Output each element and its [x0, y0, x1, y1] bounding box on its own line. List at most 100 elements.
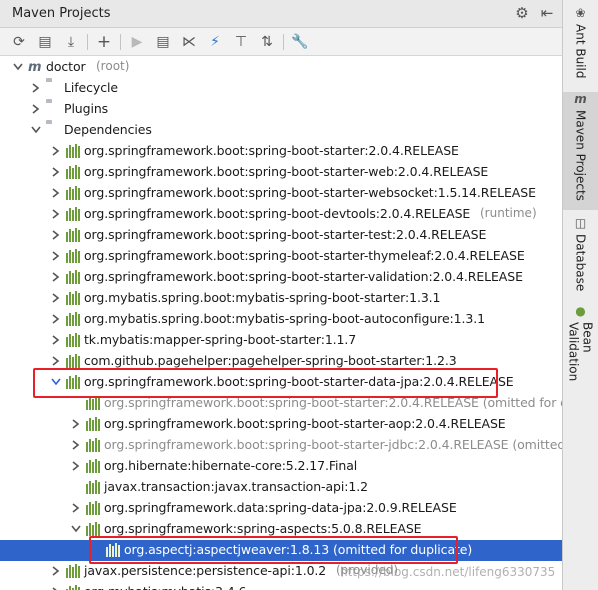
panel-titlebar: Maven Projects ⚙ ⇤	[0, 0, 562, 28]
tree-row-plugins[interactable]: Plugins	[0, 99, 562, 120]
library-icon	[66, 228, 80, 242]
tab-database-label: Database	[573, 234, 588, 292]
watermark: https://blog.csdn.net/lifeng6330735	[340, 565, 556, 579]
library-icon	[86, 480, 100, 494]
tree-row-label: org.springframework.boot:spring-boot-sta…	[84, 374, 514, 389]
tree-row-label: org.springframework.boot:spring-boot-sta…	[104, 437, 563, 452]
tree-row-label: Dependencies	[64, 122, 152, 137]
chevron-down-icon[interactable]	[30, 123, 42, 137]
gear-icon[interactable]: ⚙	[513, 4, 531, 22]
tree-row-scope: (root)	[96, 59, 130, 73]
add-icon[interactable]: +	[94, 32, 114, 52]
maven-module-icon: m	[28, 60, 42, 75]
tree-row-transitive-dependency[interactable]: org.springframework.boot:spring-boot-sta…	[0, 435, 563, 456]
library-icon	[86, 501, 100, 515]
library-icon	[66, 564, 80, 578]
toggle-offline-icon[interactable]: ⋉	[179, 32, 199, 52]
tree-row-label: Plugins	[64, 101, 109, 116]
chevron-right-icon[interactable]	[70, 501, 82, 515]
tree-row-dependency[interactable]: com.github.pagehelper:pagehelper-spring-…	[0, 351, 562, 372]
execute-goal-icon[interactable]: ▤	[153, 32, 173, 52]
chevron-right-icon[interactable]	[50, 249, 62, 263]
chevron-right-icon[interactable]	[50, 270, 62, 284]
library-icon	[66, 333, 80, 347]
tree-row-dependency[interactable]: org.springframework.boot:spring-boot-dev…	[0, 204, 562, 225]
generate-sources-icon[interactable]: ▤	[35, 32, 55, 52]
chevron-right-icon[interactable]	[50, 564, 62, 578]
hide-panel-icon[interactable]: ⇤	[538, 4, 556, 22]
tree-row-dependency[interactable]: org.springframework.boot:spring-boot-sta…	[0, 246, 562, 267]
tree-row-transitive-dependency[interactable]: org.springframework.boot:spring-boot-sta…	[0, 393, 562, 414]
tree-row-dependency[interactable]: org.springframework.boot:spring-boot-sta…	[0, 225, 562, 246]
tab-maven-projects[interactable]: m Maven Projects	[563, 92, 598, 210]
library-icon	[66, 354, 80, 368]
chevron-right-icon[interactable]	[50, 291, 62, 305]
database-icon: ◫	[574, 216, 587, 230]
tree-row-dependency[interactable]: org.mybatis:mybatis:3.4.6	[0, 582, 562, 590]
chevron-right-icon[interactable]	[50, 585, 62, 590]
tree-row-label: org.springframework.data:spring-data-jpa…	[104, 500, 457, 515]
chevron-right-icon[interactable]	[30, 102, 42, 116]
tree-row-label: org.springframework.boot:spring-boot-sta…	[104, 395, 562, 410]
tree-row-label: javax.persistence:persistence-api:1.0.2	[84, 563, 327, 578]
tree-row-dependencies[interactable]: Dependencies	[0, 120, 562, 141]
show-dependencies-icon[interactable]: ⊤	[231, 32, 251, 52]
chevron-right-icon[interactable]	[50, 228, 62, 242]
tree-row-transitive-dependency[interactable]: org.hibernate:hibernate-core:5.2.17.Fina…	[0, 456, 562, 477]
chevron-right-icon[interactable]	[50, 144, 62, 158]
tree-row-dependency[interactable]: org.springframework.boot:spring-boot-sta…	[0, 162, 562, 183]
tree-row-transitive-dependency[interactable]: org.springframework:spring-aspects:5.0.8…	[0, 519, 562, 540]
tree-row-dependency[interactable]: org.springframework.boot:spring-boot-sta…	[0, 267, 562, 288]
library-icon	[86, 417, 100, 431]
tab-ant-build-label: Ant Build	[573, 24, 588, 79]
tree-row-aspectjweaver[interactable]: org.aspectj:aspectjweaver:1.8.13 (omitte…	[0, 540, 562, 561]
chevron-right-icon[interactable]	[50, 207, 62, 221]
tree-row-label: org.springframework.boot:spring-boot-sta…	[104, 416, 506, 431]
tree-row-label: org.springframework.boot:spring-boot-dev…	[84, 206, 471, 221]
tree-row-label: org.hibernate:hibernate-core:5.2.17.Fina…	[104, 458, 358, 473]
chevron-down-icon[interactable]	[70, 522, 82, 536]
library-icon	[66, 249, 80, 263]
tab-bean-validation[interactable]: ● Bean Validation	[563, 304, 598, 414]
maven-project-tree: m doctor (root) Lifecycle Plugins Dependencie…	[0, 56, 563, 590]
chevron-right-icon[interactable]	[50, 186, 62, 200]
tab-ant-build[interactable]: ❀ Ant Build	[563, 6, 598, 86]
tree-row-label: org.springframework.boot:spring-boot-sta…	[84, 248, 525, 263]
tree-row-dependency[interactable]: org.springframework.boot:spring-boot-sta…	[0, 141, 562, 162]
collapse-all-icon[interactable]: ⇅	[257, 32, 277, 52]
tree-row-transitive-dependency[interactable]: javax.transaction:javax.transaction-api:…	[0, 477, 562, 498]
tree-row-root[interactable]: m doctor (root)	[0, 57, 562, 78]
chevron-right-icon[interactable]	[70, 459, 82, 473]
chevron-down-icon[interactable]	[50, 375, 62, 389]
tree-row-dependency[interactable]: org.springframework.boot:spring-boot-sta…	[0, 372, 562, 393]
chevron-right-icon[interactable]	[30, 81, 42, 95]
chevron-right-icon[interactable]	[70, 438, 82, 452]
tree-row-transitive-dependency[interactable]: org.springframework.data:spring-data-jpa…	[0, 498, 562, 519]
tree-row-transitive-dependency[interactable]: org.springframework.boot:spring-boot-sta…	[0, 414, 562, 435]
tree-row-label: org.mybatis:mybatis:3.4.6	[84, 584, 246, 590]
library-icon	[86, 459, 100, 473]
tree-row-dependency[interactable]: org.mybatis.spring.boot:mybatis-spring-b…	[0, 309, 562, 330]
skip-tests-icon[interactable]: ⚡	[205, 32, 225, 52]
tab-database[interactable]: ◫ Database	[563, 216, 598, 296]
tree-row-label: org.springframework.boot:spring-boot-sta…	[84, 164, 489, 179]
library-icon	[66, 144, 80, 158]
tree-row-dependency[interactable]: tk.mybatis:mapper-spring-boot-starter:1.…	[0, 330, 562, 351]
chevron-right-icon[interactable]	[50, 312, 62, 326]
tree-row-label: org.springframework.boot:spring-boot-sta…	[84, 227, 487, 242]
run-icon[interactable]: ▶	[127, 32, 147, 52]
download-icon[interactable]: ⤓	[61, 32, 81, 52]
chevron-down-icon[interactable]	[12, 60, 24, 74]
tree-row-dependency[interactable]: org.springframework.boot:spring-boot-sta…	[0, 183, 562, 204]
tree-row-dependency[interactable]: org.mybatis.spring.boot:mybatis-spring-b…	[0, 288, 562, 309]
chevron-right-icon[interactable]	[50, 165, 62, 179]
chevron-right-icon[interactable]	[50, 354, 62, 368]
chevron-right-icon[interactable]	[50, 333, 62, 347]
settings-wrench-icon[interactable]: 🔧	[290, 32, 310, 52]
chevron-right-icon[interactable]	[70, 417, 82, 431]
reimport-icon[interactable]: ⟳	[9, 32, 29, 52]
library-icon	[66, 312, 80, 326]
tree-row-lifecycle[interactable]: Lifecycle	[0, 78, 562, 99]
tree-row-label: org.springframework.boot:spring-boot-sta…	[84, 185, 536, 200]
maven-projects-panel: Maven Projects ⚙ ⇤ ⟳ ▤ ⤓ + ▶ ▤ ⋉ ⚡ ⊤ ⇅ 🔧…	[0, 0, 563, 590]
